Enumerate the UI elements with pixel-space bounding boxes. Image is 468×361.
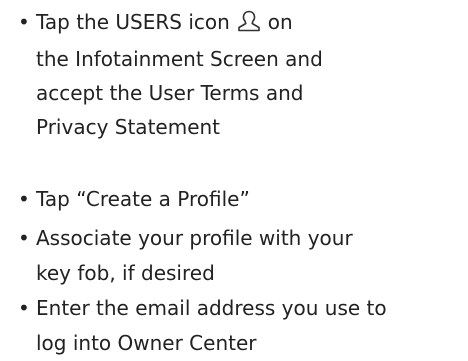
instructions-document: • Tap the USERS icon on the Infotainment… [0,0,468,361]
list-item-text: on [267,10,293,34]
list-item-text: Tap the USERS icon [36,10,230,34]
list-item-line: Associate your profile with your [36,226,353,250]
list-item-line: Enter the email address you use to [36,296,387,320]
list-item-line: the Infotainment Screen and [36,47,323,71]
bullet-marker: • [18,296,30,320]
list-item-line: key fob, if desired [36,261,215,285]
user-icon [236,7,262,33]
bullet-marker: • [18,226,30,250]
list-item-line: Tap “Create a Profile” [36,187,250,211]
bullet-marker: • [18,187,30,211]
bullet-marker: • [18,10,30,34]
list-item-line: accept the User Terms and [36,81,304,105]
list-item-line: Tap the USERS icon on [36,6,293,38]
list-item-line: log into Owner Center [36,331,257,355]
list-item-line: Privacy Statement [36,115,221,139]
